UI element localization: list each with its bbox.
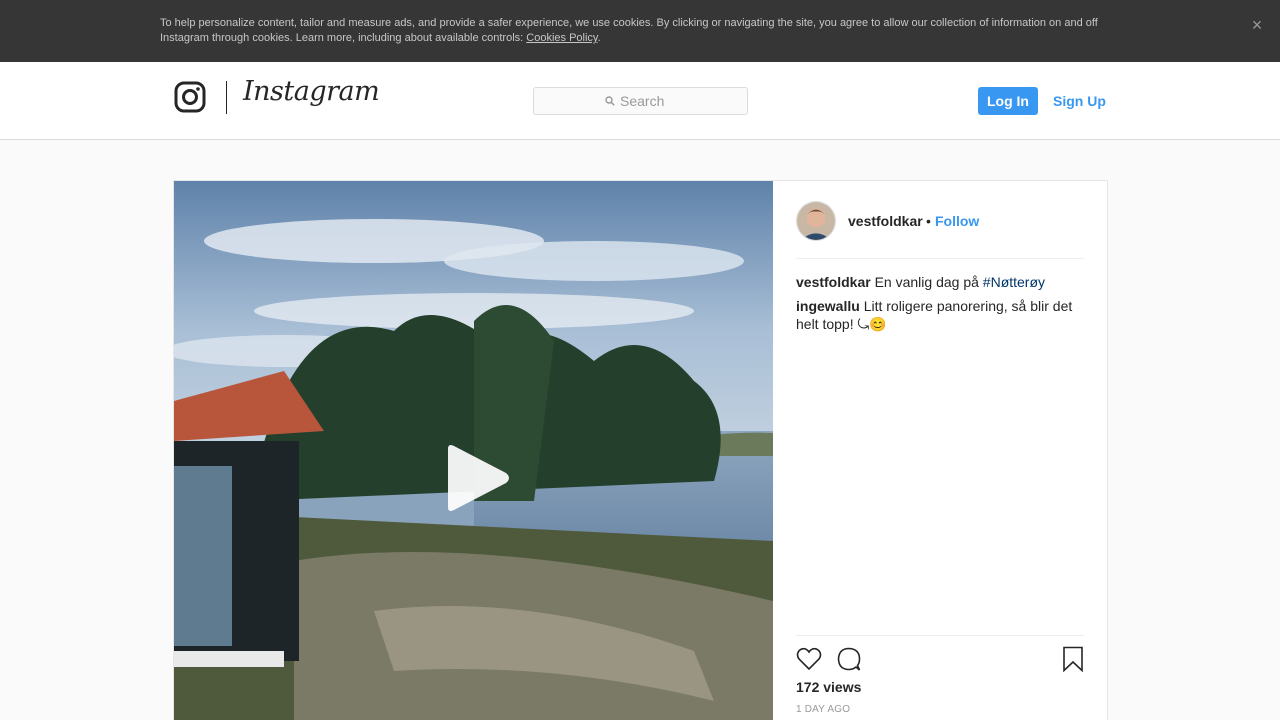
top-nav: Instagram Log In Sign Up xyxy=(0,62,1280,140)
list-item: ingewallu Litt roligere panorering, så b… xyxy=(796,297,1084,333)
cookies-policy-link[interactable]: Cookies Policy xyxy=(526,32,597,44)
bookmark-icon[interactable] xyxy=(1062,646,1084,672)
play-icon[interactable] xyxy=(442,443,512,513)
login-button[interactable]: Log In xyxy=(978,87,1038,115)
instagram-wordmark[interactable]: Instagram xyxy=(243,76,380,107)
signup-button[interactable]: Sign Up xyxy=(1053,87,1106,115)
view-count: 172 views xyxy=(796,679,862,695)
post-header: vestfoldkar • Follow xyxy=(796,201,1084,259)
follow-button[interactable]: Follow xyxy=(935,213,979,229)
post-username[interactable]: vestfoldkar xyxy=(848,213,923,229)
search-icon xyxy=(605,96,615,106)
avatar[interactable] xyxy=(796,201,836,241)
hashtag-link[interactable]: #Nøtterøy xyxy=(983,274,1045,290)
comment-username[interactable]: ingewallu xyxy=(796,298,860,314)
post-video[interactable] xyxy=(174,181,773,720)
comment-list: vestfoldkar En vanlig dag på #Nøtterøy i… xyxy=(796,273,1084,339)
logo-divider xyxy=(226,81,227,114)
post-card: vestfoldkar • Follow vestfoldkar En vanl… xyxy=(173,180,1108,720)
post-sidebar: vestfoldkar • Follow vestfoldkar En vanl… xyxy=(796,181,1084,720)
comment-icon[interactable] xyxy=(836,646,862,672)
list-item: vestfoldkar En vanlig dag på #Nøtterøy xyxy=(796,273,1084,291)
cookie-banner: To help personalize content, tailor and … xyxy=(0,0,1280,62)
post-actions xyxy=(796,635,1084,681)
post-timestamp[interactable]: 1 DAY AGO xyxy=(796,704,850,715)
heart-icon[interactable] xyxy=(796,646,822,672)
cookie-text: To help personalize content, tailor and … xyxy=(160,17,1098,44)
search-box[interactable] xyxy=(533,87,748,115)
close-icon[interactable]: × xyxy=(1248,16,1266,34)
search-input[interactable] xyxy=(620,92,740,110)
separator-dot: • xyxy=(926,213,931,229)
instagram-glyph-icon[interactable] xyxy=(174,81,206,113)
comment-username[interactable]: vestfoldkar xyxy=(796,274,871,290)
comment-text: En vanlig dag på xyxy=(874,274,983,290)
